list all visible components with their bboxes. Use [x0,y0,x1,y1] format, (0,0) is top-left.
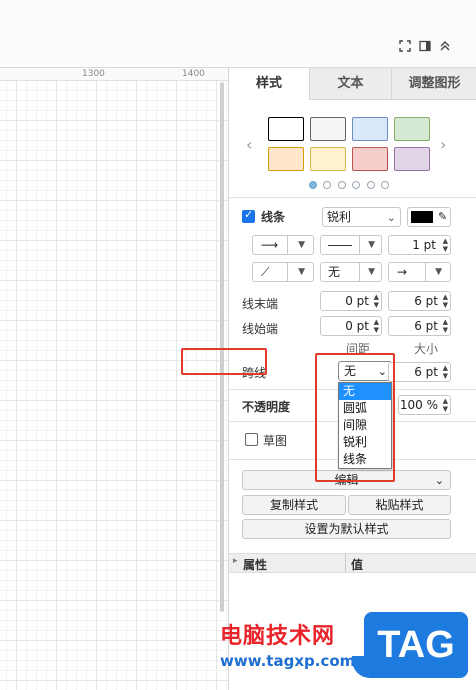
line-color-swatch [411,211,433,223]
ruler-tick: 1300 [82,69,105,79]
connector-type-select[interactable]: ⟋ ▼ [252,262,314,282]
properties-header: ▸ 属性 值 [229,553,476,573]
line-end-label: 线末端 [242,297,279,311]
line-end-size-field[interactable]: 6 pt ▲ ▼ [388,291,451,311]
chevron-down-icon: ▼ [298,267,305,277]
style-swatch[interactable] [268,117,304,141]
paste-style-button[interactable]: 粘贴样式 [348,495,451,515]
size-header: 大小 [414,342,439,356]
chevron-down-icon: ⌄ [434,474,444,487]
opacity-field[interactable]: 100 % ▲ ▼ [398,395,451,415]
line-end-size-value: 6 pt [414,294,438,308]
page-dot[interactable] [381,181,389,189]
sketch-checkbox[interactable] [245,433,258,446]
line-color-button[interactable]: ✎ [407,207,451,227]
line-width-field[interactable]: 1 pt ▲ ▼ [388,235,451,255]
ruler-tick: 1400 [182,69,205,79]
panel-toggle-icon[interactable] [418,40,432,54]
stepper-icon[interactable]: ▲ ▼ [443,318,448,334]
app-window: 1300 1400 样式 文本 调整图形 ‹ › 线条 锐利 ⌄ ✎ ⟶ ▼ [0,0,476,690]
style-swatch[interactable] [394,117,430,141]
top-toolbar [0,0,476,68]
chevron-down-icon: ▼ [298,240,305,250]
watermark-url: www.tagxp.com [220,652,356,670]
highlight-box-label [181,348,267,375]
watermark-logo: TAG [352,612,468,678]
page-dot[interactable] [323,181,331,189]
line-style-value: 锐利 [327,210,352,224]
arrow-right-icon: ⟶ [261,238,279,252]
line-width-value: 1 pt [412,238,436,252]
stepper-icon[interactable]: ▲ ▼ [374,318,379,334]
chevron-down-icon: ▼ [435,267,442,277]
diagonal-line-icon: ⟋ [261,265,270,279]
line-start-spacing-field[interactable]: 0 pt ▲ ▼ [320,316,382,336]
page-dot[interactable] [367,181,375,189]
watermark-title: 电脑技术网 [220,624,336,649]
waypoint-select[interactable]: 无 ▼ [320,262,382,282]
line-start-label: 线始端 [242,322,279,336]
sketch-label: 草图 [263,434,288,448]
horizontal-ruler: 1300 1400 [0,68,228,81]
line-pattern-select[interactable]: ⟶ ▼ [252,235,314,255]
jump-size-field[interactable]: 6 pt ▲ ▼ [388,362,451,382]
tab-style[interactable]: 样式 [229,68,309,100]
page-dot[interactable] [309,181,317,189]
stepper-icon[interactable]: ▲ ▼ [443,364,448,380]
style-swatch[interactable] [310,117,346,141]
stepper-icon[interactable]: ▲ ▼ [443,237,448,253]
opacity-label: 不透明度 [242,400,291,414]
line-checkbox[interactable] [242,208,255,223]
chevron-down-icon: ▼ [368,240,375,250]
property-column: 属性 [243,558,268,572]
set-default-style-button[interactable]: 设置为默认样式 [242,519,451,539]
stepper-icon[interactable]: ▲ ▼ [374,293,379,309]
line-label: 线条 [261,210,286,224]
canvas-scrollbar[interactable] [220,82,224,612]
next-arrow-icon[interactable]: › [440,135,446,154]
value-column: 值 [351,558,364,572]
diagram-canvas[interactable] [0,68,228,690]
style-swatch[interactable] [268,147,304,171]
line-end-spacing-field[interactable]: 0 pt ▲ ▼ [320,291,382,311]
solid-line-icon [328,245,352,246]
fullscreen-icon[interactable] [398,40,412,54]
page-dot[interactable] [338,181,346,189]
expand-icon[interactable]: ▸ [233,556,238,566]
stepper-icon[interactable]: ▲ ▼ [443,397,448,413]
eyedropper-icon: ✎ [438,210,448,223]
line-style-select[interactable]: 锐利 ⌄ [322,207,401,227]
line-start-spacing-value: 0 pt [345,319,369,333]
page-dot[interactable] [352,181,360,189]
style-swatch[interactable] [352,117,388,141]
arrow-end-icon: → [397,265,408,279]
jump-size-value: 6 pt [414,365,438,379]
format-tabs: 样式 文本 调整图形 [229,68,476,100]
stepper-icon[interactable]: ▲ ▼ [443,293,448,309]
opacity-value: 100 % [399,398,438,412]
prev-arrow-icon[interactable]: ‹ [246,135,252,154]
line-dash-select[interactable]: ▼ [320,235,382,255]
chevron-down-icon: ▼ [368,267,375,277]
waypoint-value: 无 [328,265,341,279]
style-swatch[interactable] [352,147,388,171]
divider [229,197,476,198]
line-start-size-field[interactable]: 6 pt ▲ ▼ [388,316,451,336]
chevron-down-icon: ⌄ [386,211,396,224]
highlight-box-dropdown [315,353,395,482]
arrow-end-select[interactable]: → ▼ [388,262,451,282]
line-start-size-value: 6 pt [414,319,438,333]
copy-style-button[interactable]: 复制样式 [242,495,346,515]
style-swatch[interactable] [310,147,346,171]
line-end-spacing-value: 0 pt [345,294,369,308]
style-swatch[interactable] [394,147,430,171]
tab-text[interactable]: 文本 [309,68,391,100]
tab-arrange[interactable]: 调整图形 [391,68,476,100]
collapse-icon[interactable] [438,40,452,54]
